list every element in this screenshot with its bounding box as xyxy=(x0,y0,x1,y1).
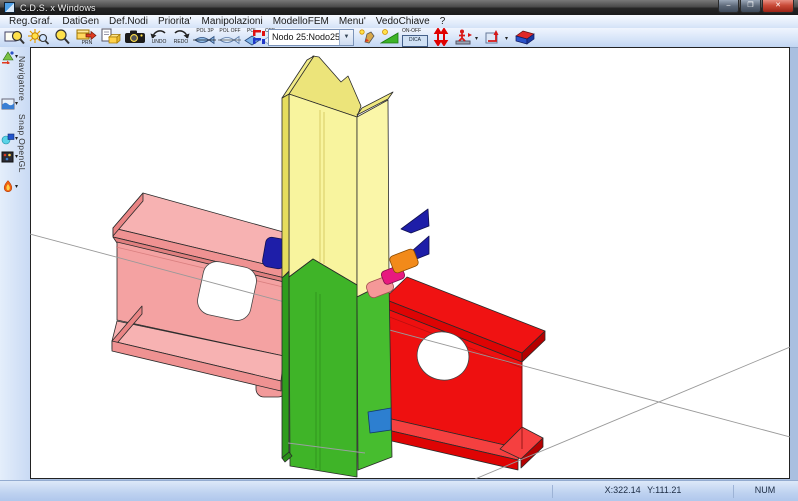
pol-3p-label: POL 3P xyxy=(193,29,217,34)
pol-off-label: POL OFF xyxy=(218,29,242,34)
draw-pencil-button[interactable] xyxy=(358,28,378,47)
menu-reg-graf[interactable]: Reg.Graf. xyxy=(4,16,57,27)
close-button[interactable]: ✕ xyxy=(762,0,794,13)
num-lock-indicator: NUM xyxy=(740,485,790,495)
undo-button[interactable]: UNDO xyxy=(149,28,169,47)
swap-arrows-icon xyxy=(432,28,450,46)
zoom-extents-icon xyxy=(28,28,50,46)
paint-icon xyxy=(1,97,15,111)
eraser-button[interactable] xyxy=(514,28,538,47)
coordinate-y: Y:111.21 xyxy=(647,485,681,495)
menu-datigen[interactable]: DatiGen xyxy=(57,16,104,27)
figure-icon xyxy=(454,28,474,46)
materials-tool[interactable] xyxy=(1,150,15,164)
redo-icon xyxy=(171,28,191,39)
ramp-button[interactable] xyxy=(380,28,400,47)
redo-label: REDO xyxy=(171,40,191,45)
figure-dropdown-arrow[interactable]: ▾ xyxy=(475,35,478,42)
drawing-viewport[interactable] xyxy=(30,47,790,479)
pol-off-button[interactable]: POL OFF xyxy=(218,28,242,47)
undo-label: UNDO xyxy=(149,40,169,45)
dica-box: DICA xyxy=(402,35,428,47)
swap-arrows-button[interactable] xyxy=(432,28,450,47)
window-title: C.D.S. x Windows xyxy=(20,3,96,13)
coordinates-display: X:322.14 Y:111.21 xyxy=(552,485,734,498)
zoom-drag-icon xyxy=(52,28,72,46)
menu-help[interactable]: ? xyxy=(435,16,451,27)
navigator-tool[interactable] xyxy=(1,50,15,64)
prn-label: PRN xyxy=(76,41,98,46)
menu-priorita[interactable]: Priorita' xyxy=(153,16,197,27)
materials-icon xyxy=(1,150,15,164)
maximize-button[interactable]: ❐ xyxy=(740,0,761,13)
eraser-icon xyxy=(514,28,538,46)
menu-modellofem[interactable]: ModelloFEM xyxy=(268,16,334,27)
opengl-icon xyxy=(1,132,15,146)
render-dropdown[interactable]: ▾ xyxy=(15,183,18,190)
section-ic-icon xyxy=(252,29,266,45)
page-box-icon xyxy=(100,28,122,46)
draw-pencil-icon xyxy=(358,28,378,46)
node-selector-value: Nodo 25:Nodo25 xyxy=(269,30,339,45)
fire-icon xyxy=(1,180,15,194)
menu-menu[interactable]: Menu' xyxy=(334,16,371,27)
menu-def-nodi[interactable]: Def.Nodi xyxy=(104,16,153,27)
status-bar: X:322.14 Y:111.21 NUM xyxy=(0,480,798,501)
model-canvas[interactable] xyxy=(30,47,790,479)
zoom-extents-button[interactable] xyxy=(28,28,50,47)
zoom-drag-button[interactable] xyxy=(52,28,72,47)
zoom-window-button[interactable] xyxy=(4,28,26,47)
print-export-button[interactable]: PRN xyxy=(76,28,98,47)
pol-off-icon xyxy=(218,34,242,46)
section-ic-button[interactable] xyxy=(252,29,266,48)
ramp-icon xyxy=(380,28,400,46)
camera-icon xyxy=(124,28,148,46)
minimize-button[interactable]: – xyxy=(718,0,739,13)
node-selector[interactable]: Nodo 25:Nodo25 ▼ xyxy=(268,29,354,46)
bend-arrow-icon xyxy=(484,28,504,46)
undo-icon xyxy=(149,28,169,39)
menu-manipolazioni[interactable]: Manipolazioni xyxy=(197,16,268,27)
blue-shear-plate xyxy=(368,408,391,433)
menu-vedochiave[interactable]: VedoChiave xyxy=(371,16,435,27)
main-toolbar: PRN UNDO REDO POL 3P xyxy=(0,28,798,48)
figure-button[interactable] xyxy=(454,28,474,47)
left-sidebar: ▾ Navigatore ▾ ▾ ▾ ▾ Snap OpenGL xyxy=(0,47,30,480)
redo-button[interactable]: REDO xyxy=(171,28,191,47)
pol-3p-button[interactable]: POL 3P xyxy=(193,28,217,47)
bend-arrow-dropdown[interactable]: ▾ xyxy=(505,35,508,42)
pol-3p-icon xyxy=(193,34,217,46)
coordinate-x: X:322.14 xyxy=(605,485,641,495)
sidebar-tab-navigatore[interactable]: Navigatore xyxy=(17,56,27,101)
camera-button[interactable] xyxy=(124,28,148,47)
menu-bar: Reg.Graf. DatiGen Def.Nodi Priorita' Man… xyxy=(0,15,798,28)
application-window: { "window": { "title": "C.D.S. x Windows… xyxy=(0,0,798,500)
bend-arrow-button[interactable] xyxy=(484,28,504,47)
paint-dropdown[interactable]: ▾ xyxy=(15,100,18,107)
paint-tool[interactable] xyxy=(1,97,15,111)
app-icon xyxy=(4,2,15,13)
sidebar-tab-snap-opengl[interactable]: Snap OpenGL xyxy=(17,114,27,173)
navigator-icon xyxy=(1,50,15,64)
render-tool[interactable] xyxy=(1,180,15,194)
zoom-window-icon xyxy=(4,28,26,46)
chevron-down-icon[interactable]: ▼ xyxy=(339,30,353,45)
opengl-tool[interactable] xyxy=(1,132,15,146)
left-beam-web-opening xyxy=(195,259,259,323)
page-box-button[interactable] xyxy=(100,28,122,47)
title-bar: C.D.S. x Windows – ❐ ✕ xyxy=(0,0,798,15)
